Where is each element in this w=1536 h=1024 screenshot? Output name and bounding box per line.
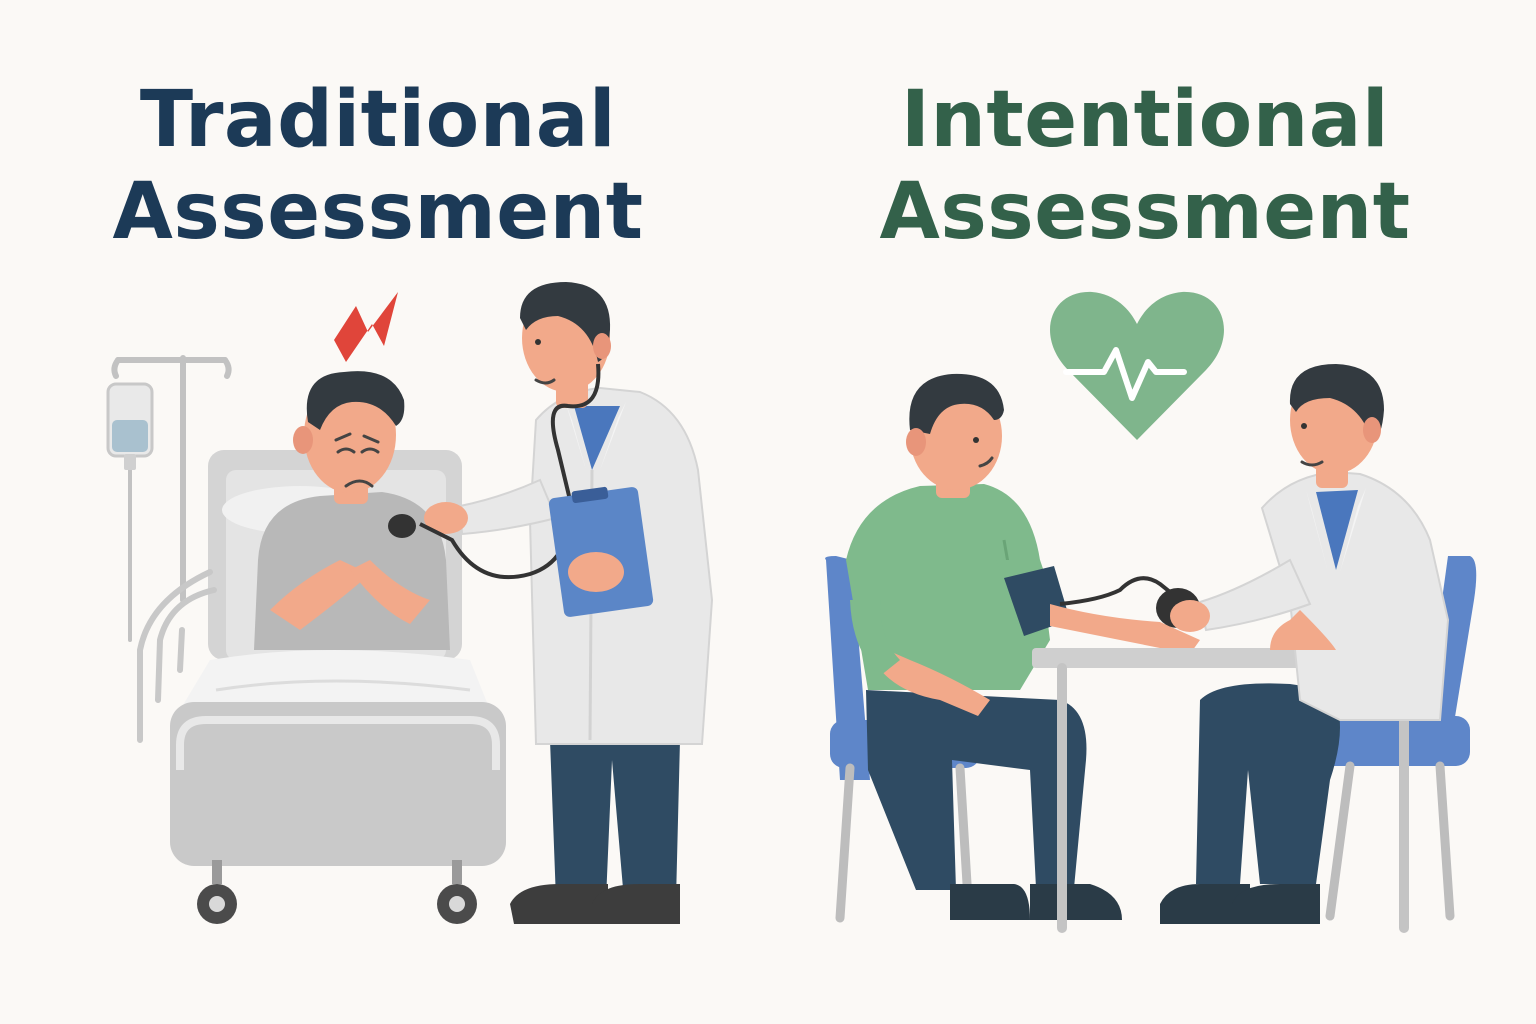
heart-pulse-icon xyxy=(1050,291,1224,440)
traditional-scene xyxy=(106,282,714,924)
intentional-scene xyxy=(825,291,1477,933)
lightning-icon xyxy=(334,292,398,362)
calm-patient xyxy=(846,373,1200,920)
clipboard-icon xyxy=(548,486,654,617)
illustration xyxy=(106,282,1477,933)
iv-bag-icon xyxy=(106,382,154,470)
sick-patient xyxy=(254,371,450,650)
